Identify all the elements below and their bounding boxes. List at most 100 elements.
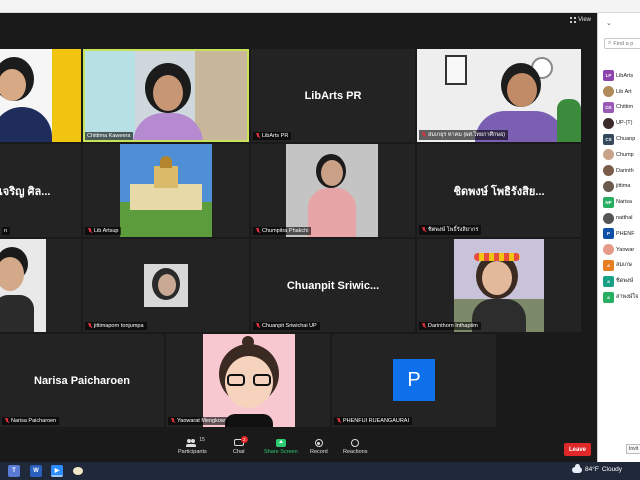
participant-display-name: ชิดพงษ์ โพธิรังสิย... <box>453 185 545 198</box>
participant-name: LibArts <box>616 72 634 79</box>
participant-name-label: PHENFUI RUEANGAURAI <box>334 417 413 425</box>
word-icon[interactable]: W <box>30 465 42 477</box>
teams-icon[interactable]: T <box>8 465 20 477</box>
participant-video <box>144 264 188 307</box>
participant-list-item[interactable]: Darinth <box>603 163 640 179</box>
participants-panel: ⌄ ⌕ Find a p LP LibArts Lib Art CK Chittim UP… <box>597 13 640 462</box>
participant-video <box>120 144 212 237</box>
grid-icon <box>570 17 577 23</box>
video-tile-6[interactable]: Lib Artsup <box>83 144 249 237</box>
leave-button[interactable]: Leave <box>564 443 591 456</box>
weather-widget[interactable]: 84°F Cloudy <box>572 463 622 473</box>
participant-avatar: P <box>393 359 435 401</box>
participant-list-item[interactable]: a ชิดพงษ์ <box>603 273 640 289</box>
participant-video <box>0 49 81 142</box>
video-tile-15[interactable]: P PHENFUI RUEANGAURAI <box>332 334 496 427</box>
participant-avatar: CK <box>603 101 614 113</box>
participant-list-item[interactable]: CK Chittim <box>603 100 640 116</box>
view-button[interactable]: View <box>570 17 591 23</box>
video-tile-8[interactable]: ชิดพงษ์ โพธิรังสิย... ชิตพงษ์ โพธิ์รังสิ… <box>417 144 581 237</box>
mic-muted-icon <box>255 228 260 234</box>
video-tile-14[interactable]: Yaowarat Mengkow <box>166 334 330 427</box>
participant-name: UP-(T) <box>616 120 633 127</box>
mic-muted-icon <box>421 227 426 233</box>
participant-video <box>0 239 46 332</box>
participant-video <box>417 49 581 142</box>
video-tile-5[interactable]: เจริญ ศิล... n <box>0 144 81 237</box>
participant-name: Lib Art <box>616 88 632 95</box>
participant-name-label: Chittima Kaweera <box>85 132 134 140</box>
participants-button[interactable]: 15 Participants <box>178 437 207 455</box>
participant-list-item[interactable]: P PHENF <box>603 226 640 242</box>
participant-name-label: Yaowarat Mengkow <box>168 417 228 425</box>
chat-unread-badge: 2 <box>240 436 248 443</box>
participant-display-name: เจริญ ศิล... <box>0 185 51 198</box>
participant-list-item[interactable]: jittima <box>603 179 640 195</box>
chat-button[interactable]: 2 Chat <box>233 436 248 455</box>
participant-video <box>85 51 247 140</box>
participant-name: Narisa <box>616 199 632 206</box>
participant-video <box>454 239 544 332</box>
video-tile-1[interactable] <box>0 49 81 142</box>
participant-avatar: CS <box>603 133 614 145</box>
participant-avatar <box>603 149 614 161</box>
chat-icon: 2 <box>233 436 248 447</box>
participant-name: สาพงษ์ใจ <box>616 294 639 301</box>
window-title-bar <box>0 0 640 13</box>
video-tile-9[interactable] <box>0 239 81 332</box>
participant-avatar <box>603 244 614 256</box>
paint-icon[interactable] <box>72 465 84 477</box>
participant-search-input[interactable]: ⌕ Find a p <box>604 38 640 49</box>
participant-name-label: Darinthorn Inthaptim <box>419 322 481 330</box>
mic-muted-icon <box>255 133 260 139</box>
meeting-toolbar: 15 Participants 2 Chat Share Screen Reco… <box>0 436 597 462</box>
participant-name-label: Chumpitra Phakchi <box>253 227 312 235</box>
participant-list: LP LibArts Lib Art CK Chittim UP-(T) CS Chuanp C… <box>603 68 640 305</box>
participant-list-item[interactable]: Chump <box>603 147 640 163</box>
search-icon: ⌕ <box>608 40 612 46</box>
participant-list-item[interactable]: Yaowar <box>603 242 640 258</box>
participant-name: Yaowar <box>616 246 635 253</box>
video-tile-7[interactable]: Chumpitra Phakchi <box>251 144 415 237</box>
participant-list-item[interactable]: LP LibArts <box>603 68 640 84</box>
participant-list-item[interactable]: a สาพงษ์ใจ <box>603 289 640 305</box>
video-tile-10[interactable]: jittimaporn tonjumpa <box>83 239 249 332</box>
video-tile-11[interactable]: Chuanpit Sriwic... Chuanpit Sriwichai UP <box>251 239 415 332</box>
participant-list-item[interactable]: natthal <box>603 210 640 226</box>
record-button[interactable]: Record <box>310 439 328 455</box>
reactions-button[interactable]: Reactions <box>343 439 367 455</box>
participant-list-item[interactable]: CS Chuanp <box>603 131 640 147</box>
video-tile-4[interactable]: สมเกยุร ทาคม (ผศ.ไทยกาศึกษอ) <box>417 49 581 142</box>
participant-list-item[interactable]: NP Narisa <box>603 194 640 210</box>
video-tile-12[interactable]: Darinthorn Inthaptim <box>417 239 581 332</box>
video-tile-3[interactable]: LibArts PR LibArts PR <box>251 49 415 142</box>
participant-avatar <box>603 212 614 224</box>
participant-name-label: ชิตพงษ์ โพธิ์รังสิยากร <box>419 225 482 235</box>
share-screen-button[interactable]: Share Screen <box>264 439 298 455</box>
participant-display-name: Narisa Paicharoen <box>34 374 130 387</box>
mic-muted-icon <box>87 228 92 234</box>
participant-name-label: Narisa Paicharoen <box>2 417 60 425</box>
cloud-icon <box>572 463 582 473</box>
record-icon <box>314 439 324 447</box>
participant-list-item[interactable]: a สมเกษ <box>603 258 640 274</box>
participant-display-name: LibArts PR <box>304 89 362 102</box>
zoom-icon[interactable]: ▶ <box>51 465 63 477</box>
participant-avatar: LP <box>603 70 614 82</box>
video-tile-2[interactable]: Chittima Kaweera <box>83 49 249 142</box>
participant-list-item[interactable]: Lib Art <box>603 84 640 100</box>
mic-muted-icon <box>87 323 92 329</box>
video-tile-13[interactable]: Narisa Paicharoen Narisa Paicharoen <box>0 334 164 427</box>
mic-muted-icon <box>421 323 426 329</box>
participant-name-label: LibArts PR <box>253 132 292 140</box>
chevron-down-icon[interactable]: ⌄ <box>606 19 612 27</box>
participant-list-item[interactable]: UP-(T) <box>603 115 640 131</box>
invite-button[interactable]: Invit <box>626 444 640 454</box>
participants-icon: 15 <box>186 437 205 447</box>
participant-avatar: a <box>603 291 614 303</box>
mic-muted-icon <box>170 418 175 424</box>
participant-name-label: n <box>2 227 11 235</box>
participant-name: ชิดพงษ์ <box>616 278 634 285</box>
participant-name: PHENF <box>616 230 635 237</box>
participant-name: Darinth <box>616 167 634 174</box>
